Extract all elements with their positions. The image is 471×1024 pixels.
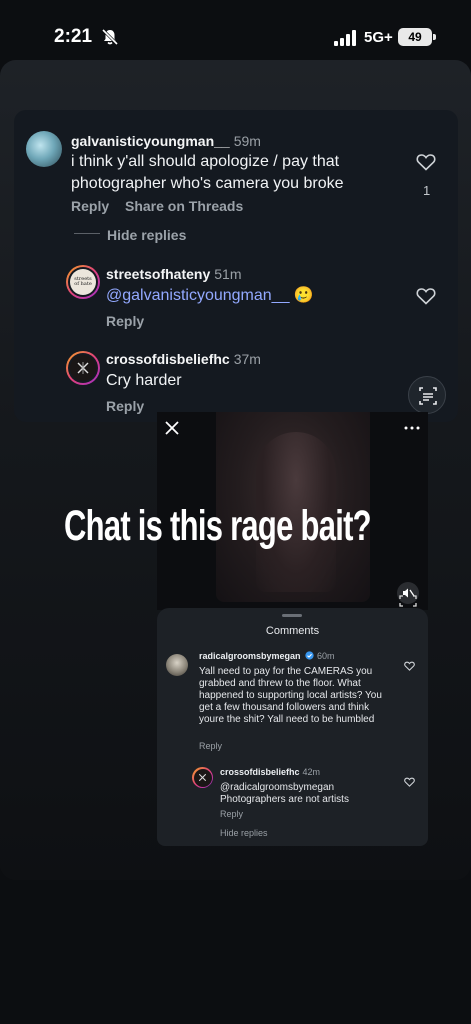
comment-time: 51m <box>214 266 242 282</box>
heart-icon[interactable] <box>404 661 415 671</box>
cross-logo-icon <box>77 362 89 374</box>
comment-time: 59m <box>233 133 261 149</box>
hide-replies-divider <box>74 233 100 234</box>
battery-tip <box>433 34 436 40</box>
share-on-threads-button[interactable]: Share on Threads <box>125 198 243 214</box>
avatar[interactable]: streets of hate <box>66 265 100 299</box>
comment-username[interactable]: crossofdisbeliefhc 37m <box>106 351 261 367</box>
username-text: crossofdisbeliefhc <box>220 767 300 777</box>
avatar[interactable] <box>26 131 62 167</box>
comment-text: Yall need to pay for the CAMERAS you gra… <box>199 666 382 725</box>
reply-button[interactable]: Reply <box>220 809 243 819</box>
cross-logo-icon <box>198 773 207 782</box>
username-text: radicalgroomsbymegan <box>199 651 301 661</box>
comment-time: 60m <box>317 651 335 661</box>
close-icon[interactable] <box>164 420 180 436</box>
bell-slash-icon <box>101 28 119 46</box>
comment-time: 42m <box>302 767 321 777</box>
lens-icon[interactable] <box>398 594 418 608</box>
signal-icon <box>334 30 356 46</box>
reply-button[interactable]: Reply <box>199 741 222 751</box>
avatar[interactable] <box>192 767 213 788</box>
caption-text: Chat is this rage bait? <box>64 502 372 550</box>
comments-sheet <box>157 608 428 846</box>
comment-username[interactable]: crossofdisbeliefhc 42m <box>220 767 320 777</box>
reply-button[interactable]: Reply <box>106 313 144 329</box>
heart-icon[interactable] <box>416 153 436 171</box>
heart-icon[interactable] <box>404 777 415 787</box>
verified-badge-icon <box>305 651 314 660</box>
sheet-title: Comments <box>265 625 320 637</box>
hide-replies-button[interactable]: Hide replies <box>220 828 268 838</box>
lens-icon <box>419 387 437 405</box>
more-icon[interactable] <box>404 426 420 430</box>
comment-text: Cry harder <box>106 372 182 389</box>
sheet-handle[interactable] <box>282 614 302 617</box>
mention-link[interactable]: @galvanisticyoungman__ <box>106 287 289 304</box>
comment-username[interactable]: streetsofhateny 51m <box>106 266 242 282</box>
emoji: 🥲 <box>293 287 314 304</box>
username-text: galvanisticyoungman__ <box>71 133 230 149</box>
comment-username[interactable]: radicalgroomsbymegan 60m <box>199 651 335 661</box>
streets-of-hate-logo: streets of hate <box>74 276 92 287</box>
visual-search-button[interactable] <box>408 376 446 414</box>
username-text: streetsofhateny <box>106 266 211 282</box>
like-count: 1 <box>423 183 431 198</box>
hide-replies-button[interactable]: Hide replies <box>107 227 186 243</box>
comment-text: @radicalgroomsbymegan Photographers are … <box>220 782 349 805</box>
battery-indicator: 49 <box>398 28 432 46</box>
comment-text: @galvanisticyoungman__ 🥲 <box>106 285 366 307</box>
username-text: crossofdisbeliefhc <box>106 351 230 367</box>
status-time: 2:21 <box>54 26 93 47</box>
heart-icon[interactable] <box>416 287 436 305</box>
network-label: 5G+ <box>364 29 393 46</box>
comment-text: i think y'all should apologize / pay tha… <box>71 153 344 192</box>
reply-button[interactable]: Reply <box>71 198 109 214</box>
avatar[interactable] <box>66 351 100 385</box>
status-bar: 2:21 5G+ 49 <box>0 0 471 60</box>
comment-username[interactable]: galvanisticyoungman__ 59m <box>71 133 261 149</box>
avatar[interactable] <box>166 654 188 676</box>
comment-time: 37m <box>233 351 261 367</box>
reply-button[interactable]: Reply <box>106 398 144 414</box>
